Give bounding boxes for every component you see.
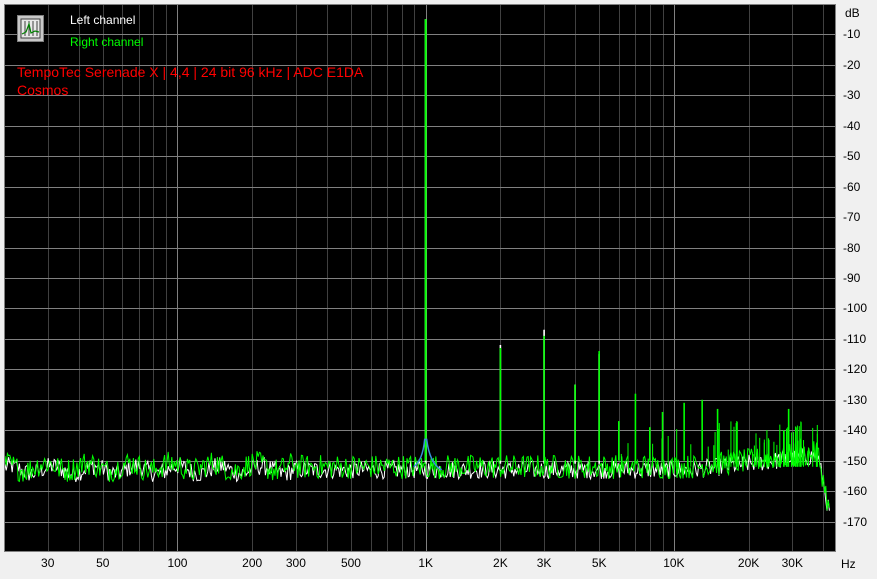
y-tick-label: -30 bbox=[843, 88, 861, 103]
x-tick-label: 30 bbox=[41, 556, 55, 570]
x-tick-label: 5K bbox=[591, 556, 607, 570]
x-tick-label: 20K bbox=[737, 556, 760, 570]
y-tick-label: -10 bbox=[843, 27, 861, 42]
y-tick-label: -70 bbox=[843, 210, 861, 225]
x-tick-label: 50 bbox=[96, 556, 110, 570]
y-tick-label: -50 bbox=[843, 149, 861, 164]
x-tick-label: 30K bbox=[781, 556, 803, 570]
x-tick-label: 10K bbox=[663, 556, 685, 570]
spectrum-chart bbox=[4, 4, 836, 552]
legend-left-channel: Left channel bbox=[70, 13, 136, 27]
y-tick-label: -140 bbox=[843, 423, 868, 438]
x-tick-label: 300 bbox=[285, 556, 306, 570]
y-tick-label: -160 bbox=[843, 484, 868, 499]
y-tick-label: -150 bbox=[843, 453, 868, 468]
spectrum-icon bbox=[17, 15, 44, 42]
spectrum-icon-glyph bbox=[20, 18, 41, 39]
y-tick-label: -80 bbox=[843, 240, 861, 255]
x-tick-label: 3K bbox=[536, 556, 552, 570]
x-tick-label: 100 bbox=[167, 556, 188, 570]
chart-frame: Left channel Right channel TempoTec Sere… bbox=[0, 0, 877, 579]
x-tick-label: 1K bbox=[418, 556, 434, 570]
y-tick-label: -130 bbox=[843, 392, 868, 407]
x-tick-label: 500 bbox=[340, 556, 361, 570]
y-tick-label: -110 bbox=[843, 331, 867, 346]
legend-right-channel: Right channel bbox=[70, 35, 144, 49]
chart-title-line-1: TempoTec Serenade X | 4,4 | 24 bit 96 kH… bbox=[17, 64, 364, 80]
y-tick-label: -100 bbox=[843, 301, 868, 316]
y-tick-label: -90 bbox=[843, 271, 861, 285]
chart-title-line-2: Cosmos bbox=[17, 82, 69, 98]
x-tick-label: 200 bbox=[242, 556, 263, 570]
y-tick-label: -60 bbox=[843, 179, 861, 194]
x-tick-label: 2K bbox=[493, 556, 508, 570]
y-tick-label: -120 bbox=[843, 362, 868, 377]
y-tick-label: -20 bbox=[843, 57, 861, 72]
x-axis-unit: Hz bbox=[841, 557, 856, 571]
y-tick-label: -40 bbox=[843, 118, 861, 133]
y-axis-unit: dB bbox=[845, 6, 860, 20]
y-tick-label: -170 bbox=[843, 514, 868, 529]
